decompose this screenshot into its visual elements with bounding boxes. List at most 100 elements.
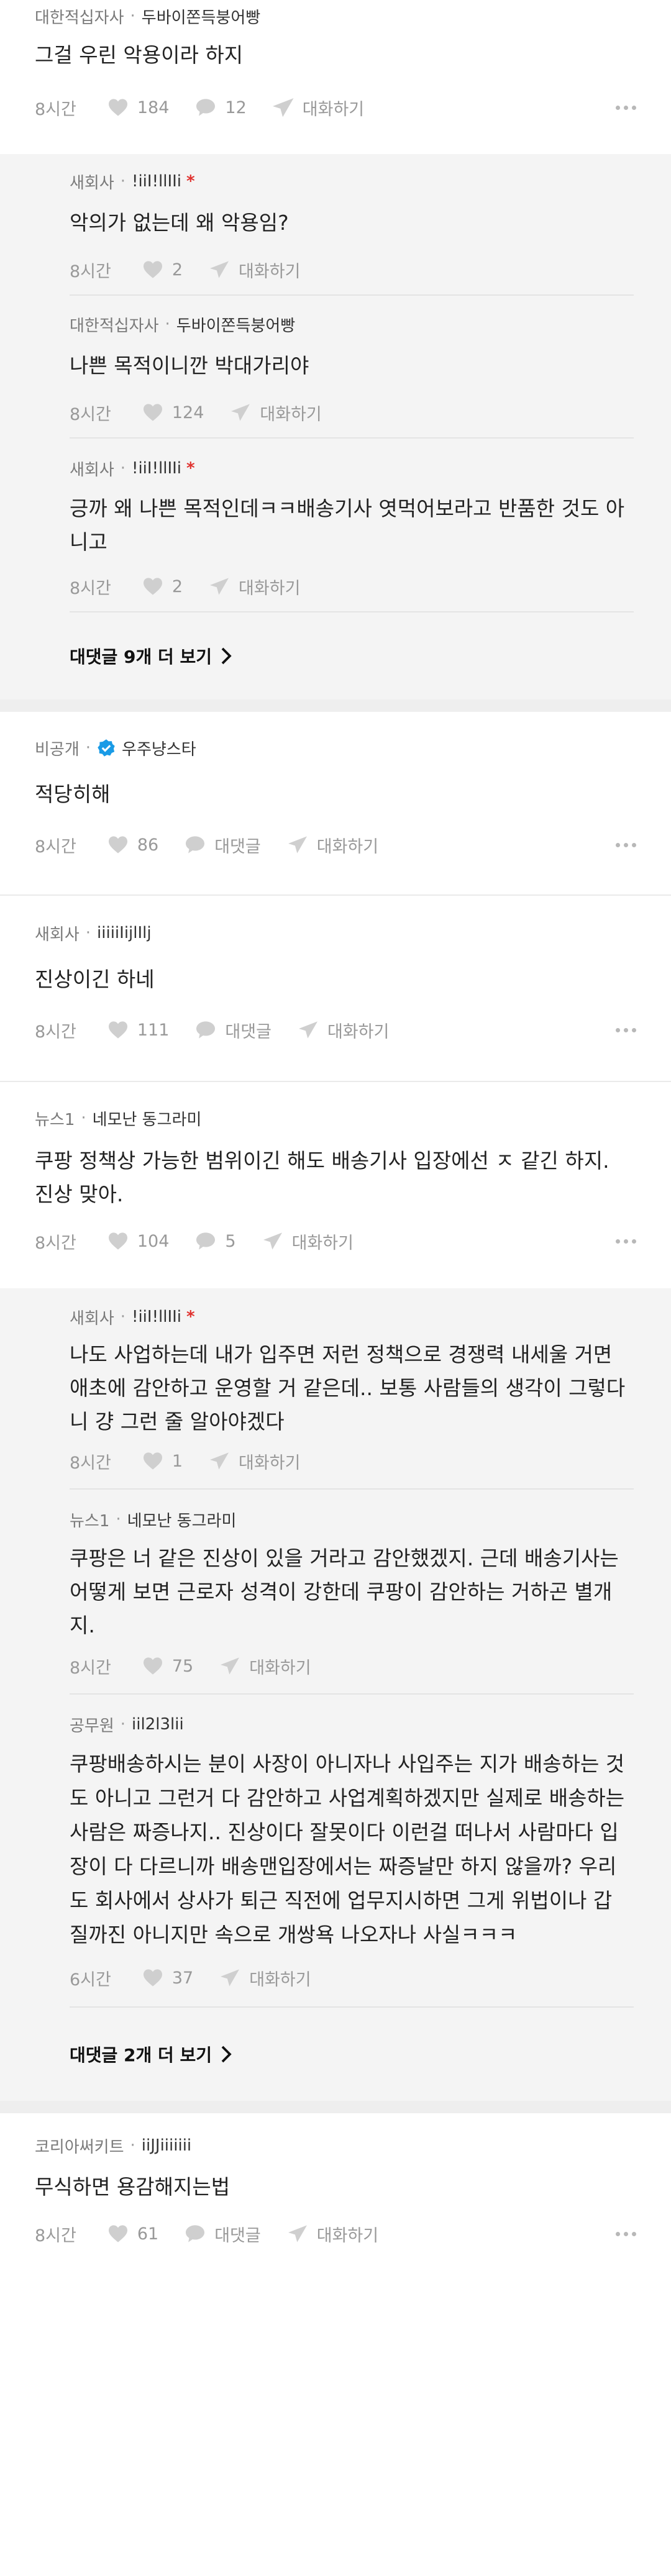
chat-button[interactable]: 대화하기: [230, 401, 322, 425]
like-button[interactable]: 111: [107, 1021, 169, 1040]
more-replies-label: 대댓글 2개 더 보기: [70, 2045, 212, 2065]
nickname[interactable]: 두바이쫀득붕어빵: [176, 313, 295, 336]
reply: 공무원 · iil2l3lii 쿠팡배송하시는 분이 사장이 아니자나 사입주는…: [70, 1695, 634, 2008]
like-button[interactable]: 86: [107, 835, 158, 855]
like-button[interactable]: 124: [142, 403, 204, 422]
comment-actions: 8시간 86 대댓글 대화하기: [35, 826, 636, 863]
comment-icon: [196, 99, 216, 116]
timestamp: 8시간: [35, 1233, 76, 1253]
comment-meta: 코리아써키트 · iiJJiiiiiii: [35, 2132, 636, 2159]
send-icon: [210, 578, 229, 595]
like-button[interactable]: 104: [107, 1231, 170, 1251]
comment-meta: 뉴스1 · 네모난 동그라미: [35, 1104, 636, 1132]
timestamp: 8시간: [70, 1453, 111, 1473]
reply-text: 긍까 왜 나쁜 목적인데ㅋㅋ배송기사 엿먹어보라고 반품한 것도 아니고: [70, 496, 625, 554]
heart-icon: [143, 261, 162, 278]
like-count: 61: [137, 2224, 159, 2244]
comment-actions: 8시간 61 대댓글 대화하기: [35, 2215, 636, 2252]
comment-meta: 대한적십자사 · 두바이쫀득붕어빵: [35, 2, 636, 30]
more-icon[interactable]: [616, 1027, 636, 1032]
company-name: 뉴스1: [35, 1110, 75, 1129]
comment: 뉴스1 · 네모난 동그라미 쿠팡 정책상 가능한 범위이긴 해도 배송기사 입…: [0, 1082, 671, 1288]
timestamp: 8시간: [35, 2226, 76, 2246]
comment-button[interactable]: 대댓글: [185, 2222, 261, 2246]
nickname[interactable]: iiiiiIijlIlj: [97, 924, 152, 942]
chat-button[interactable]: 대화하기: [298, 1018, 389, 1042]
like-count: 75: [171, 1656, 194, 1676]
comment-label: 대댓글: [214, 2226, 261, 2246]
chat-button[interactable]: 대화하기: [219, 1966, 311, 1990]
send-icon: [288, 2225, 307, 2242]
chat-label: 대화하기: [316, 2226, 379, 2246]
chat-button[interactable]: 대화하기: [209, 1449, 300, 1473]
chat-label: 대화하기: [239, 262, 301, 281]
chat-button[interactable]: 대화하기: [262, 1229, 354, 1254]
timestamp: 6시간: [70, 1970, 111, 1990]
like-count: 86: [137, 835, 159, 855]
comment-button[interactable]: 대댓글: [185, 833, 261, 857]
heart-icon: [108, 1021, 127, 1039]
like-button[interactable]: 184: [107, 98, 169, 117]
meta-separator: ·: [116, 1510, 121, 1529]
like-button[interactable]: 75: [142, 1657, 193, 1676]
nickname[interactable]: !iiI!llIIi: [132, 1308, 181, 1326]
heart-icon: [143, 578, 162, 595]
author-mark: *: [186, 459, 195, 478]
send-icon: [263, 1232, 282, 1250]
reply-actions: 8시간 2 대화하기: [70, 568, 634, 605]
timestamp: 8시간: [35, 1022, 76, 1042]
like-button[interactable]: 2: [142, 260, 183, 280]
reply: 새회사 · !iiI!llIIi * 나도 사업하는데 내가 입주면 저런 정책…: [70, 1288, 634, 1490]
more-replies-button[interactable]: 대댓글 9개 더 보기: [70, 612, 634, 699]
chat-button[interactable]: 대화하기: [209, 258, 300, 282]
more-icon[interactable]: [616, 105, 636, 110]
heart-icon: [108, 1232, 127, 1250]
reply-thread: 새회사 · !iiI!llIIi * 나도 사업하는데 내가 입주면 저런 정책…: [0, 1288, 671, 2101]
nickname[interactable]: 우주냥스타: [122, 737, 196, 760]
nickname[interactable]: !iiI!llIIi: [132, 459, 181, 478]
chat-label: 대화하기: [239, 578, 301, 598]
nickname[interactable]: iiJJiiiiiii: [142, 2136, 191, 2155]
nickname[interactable]: 네모난 동그라미: [127, 1508, 237, 1531]
nickname[interactable]: 네모난 동그라미: [93, 1107, 202, 1130]
more-icon[interactable]: [616, 842, 636, 847]
more-replies-label: 대댓글 9개 더 보기: [70, 647, 212, 667]
nickname[interactable]: iil2l3lii: [132, 1715, 184, 1734]
like-count: 124: [171, 403, 204, 422]
reply-actions: 6시간 37 대화하기: [70, 1959, 634, 1996]
like-button[interactable]: 37: [142, 1968, 193, 1988]
chat-button[interactable]: 대화하기: [219, 1654, 311, 1678]
company-name: 뉴스1: [70, 1511, 110, 1531]
more-replies-button[interactable]: 대댓글 2개 더 보기: [70, 2008, 634, 2101]
nickname[interactable]: !iiI!llIIi: [132, 172, 181, 191]
like-button[interactable]: 1: [142, 1452, 183, 1471]
meta-separator: ·: [130, 7, 135, 25]
chat-button[interactable]: 대화하기: [287, 2222, 378, 2246]
comment-text: 진상이긴 하네: [35, 967, 155, 991]
like-button[interactable]: 61: [107, 2224, 158, 2244]
comment-button[interactable]: 대댓글: [195, 1018, 272, 1042]
comment-button[interactable]: 5: [195, 1232, 236, 1251]
like-count: 104: [137, 1231, 170, 1251]
send-icon: [288, 836, 307, 853]
verified-icon: [98, 739, 115, 757]
chat-button[interactable]: 대화하기: [287, 833, 378, 857]
comment-actions: 8시간 184 12 대화하기: [35, 86, 636, 129]
more-icon[interactable]: [616, 2231, 636, 2236]
like-button[interactable]: 2: [142, 577, 183, 596]
more-icon[interactable]: [616, 1239, 636, 1244]
meta-separator: ·: [165, 315, 170, 334]
chat-label: 대화하기: [260, 404, 322, 424]
reply-meta: 공무원 · iil2l3lii: [70, 1711, 634, 1738]
timestamp: 8시간: [70, 578, 111, 598]
reply-meta: 새회사 · !iiI!llIIi *: [70, 1303, 634, 1331]
chat-button[interactable]: 대화하기: [209, 575, 300, 599]
heart-icon: [143, 1969, 162, 1987]
section-divider: [0, 699, 671, 712]
nickname[interactable]: 두바이쫀득붕어빵: [142, 5, 260, 28]
comment-button[interactable]: 12: [195, 98, 247, 117]
company-name: 새회사: [35, 925, 80, 944]
comment-meta: 비공개 · 우주냥스타: [35, 734, 636, 762]
comment-icon: [196, 1021, 216, 1039]
chat-button[interactable]: 대화하기: [272, 96, 364, 120]
